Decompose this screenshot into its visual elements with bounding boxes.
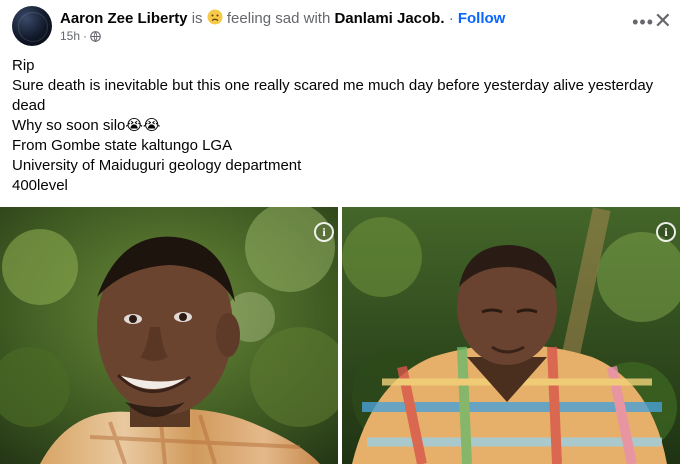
post-line: Sure death is inevitable but this one re… bbox=[12, 77, 654, 94]
post-body: Rip Sure death is inevitable but this on… bbox=[12, 56, 672, 196]
header-separator: · bbox=[448, 10, 454, 27]
photo-left-image bbox=[0, 207, 338, 464]
tagged-user[interactable]: Danlami Jacob. bbox=[334, 10, 444, 27]
post-line: Rip bbox=[12, 57, 35, 74]
feeling-text: feeling sad with bbox=[226, 10, 331, 27]
photo-left[interactable]: i bbox=[0, 207, 338, 464]
info-icon[interactable]: i bbox=[656, 222, 676, 242]
post-time[interactable]: 15h bbox=[60, 29, 80, 43]
avatar[interactable] bbox=[12, 6, 52, 46]
is-word: is bbox=[191, 10, 203, 27]
post-line: 400level bbox=[12, 177, 68, 194]
post-headline: Aaron Zee Liberty is feeling sad with Da… bbox=[60, 9, 505, 27]
more-options-icon[interactable]: ••• bbox=[632, 12, 654, 33]
follow-button[interactable]: Follow bbox=[458, 10, 506, 27]
info-icon[interactable]: i bbox=[314, 222, 334, 242]
close-icon[interactable]: ✕ bbox=[654, 8, 672, 34]
author-name[interactable]: Aaron Zee Liberty bbox=[60, 10, 188, 27]
post-header: Aaron Zee Liberty is feeling sad with Da… bbox=[12, 4, 672, 48]
photo-right[interactable]: i bbox=[342, 207, 680, 464]
photo-right-image bbox=[342, 207, 680, 464]
post-line: From Gombe state kaltungo LGA bbox=[12, 137, 233, 154]
photo-grid: i i bbox=[0, 207, 680, 464]
post-line: dead bbox=[12, 97, 46, 114]
post-line: University of Maiduguri geology departme… bbox=[12, 157, 302, 174]
sad-face-icon bbox=[207, 9, 223, 25]
meta-separator: · bbox=[83, 29, 88, 43]
post-line: Why so soon silo😭😭 bbox=[12, 117, 161, 134]
globe-icon[interactable] bbox=[90, 30, 101, 42]
post-meta: 15h · bbox=[60, 29, 101, 43]
